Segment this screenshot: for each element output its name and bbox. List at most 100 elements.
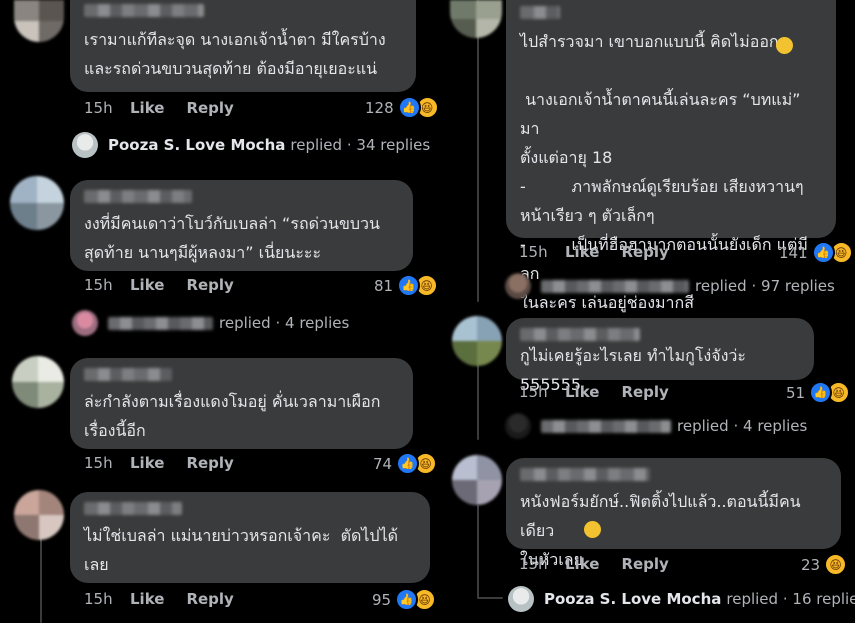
replier-name: Pooza S. Love Mocha [108, 136, 286, 154]
like-reaction-icon: 👍 [397, 96, 421, 119]
comment-bubble: งงที่มีคนเดาว่าโบว์กับเบลล่า “รถด่วนขบวน… [70, 180, 413, 271]
comment-actions: 15h Like Reply [519, 383, 691, 401]
thread-branch [477, 597, 503, 599]
separator: · [733, 417, 739, 435]
comment-actions: 15h Like Reply [519, 243, 691, 261]
reply-button[interactable]: Reply [186, 99, 233, 117]
reaction-count: 128 [365, 98, 394, 117]
avatar[interactable] [450, 0, 502, 38]
like-button[interactable]: Like [130, 276, 164, 294]
reply-button[interactable]: Reply [621, 243, 668, 261]
avatar[interactable] [12, 356, 64, 408]
comment-timestamp[interactable]: 15h [84, 454, 130, 472]
reply-button[interactable]: Reply [186, 276, 233, 294]
reply-button[interactable]: Reply [186, 590, 233, 608]
comment-timestamp[interactable]: 15h [519, 243, 565, 261]
reaction-summary[interactable]: 23 😆 [801, 553, 848, 576]
like-reaction-icon: 👍 [396, 452, 420, 475]
thread-line [477, 505, 479, 599]
replier-name-blurred [541, 419, 671, 433]
haha-reaction-icon: 😆 [824, 553, 848, 576]
avatar [508, 586, 534, 612]
reaction-count: 95 [372, 590, 392, 609]
avatar [505, 273, 531, 299]
comment-timestamp[interactable]: 15h [84, 99, 130, 117]
view-replies-link[interactable]: Pooza S. Love Mocha replied · 16 replies [508, 586, 855, 612]
avatar [72, 132, 98, 158]
replied-label: replied [290, 136, 343, 154]
comment-text: ล่ะกำลังตามเรื่องแดงโมอยู่ คั่นเวลามาเผื… [84, 392, 381, 440]
reply-button[interactable]: Reply [621, 555, 668, 573]
reply-button[interactable]: Reply [621, 383, 668, 401]
reply-count: 34 replies [356, 136, 431, 154]
reply-count: 4 replies [743, 417, 808, 435]
avatar[interactable] [14, 0, 64, 42]
view-replies-link[interactable]: Pooza S. Love Mocha replied · 34 replies [72, 132, 430, 158]
comment-text: งงที่มีคนเดาว่าโบว์กับเบลล่า “รถด่วนขบวน… [84, 214, 380, 262]
comment-text: ไม่ใช่เบลล่า แม่นายบ่าวหรอกเจ้าคะ ตัดไปไ… [84, 526, 399, 574]
like-button[interactable]: Like [565, 555, 599, 573]
reaction-summary[interactable]: 81 👍 😆 [374, 274, 439, 297]
reaction-summary[interactable]: 95 👍 😆 [372, 588, 437, 611]
comment-actions: 15h Like Reply [84, 99, 256, 117]
like-reaction-icon: 👍 [811, 241, 835, 264]
comment-actions: 15h Like Reply [84, 590, 256, 608]
like-button[interactable]: Like [130, 99, 164, 117]
replied-label: replied [695, 277, 747, 295]
comment-bubble: ไปสำรวจมา เขาบอกแบบนี้ คิดไม่ออก นางเอกเ… [506, 0, 836, 312]
avatar[interactable] [452, 316, 502, 366]
like-button[interactable]: Like [565, 243, 599, 261]
commenter-name-blurred[interactable] [520, 468, 650, 481]
reaction-summary[interactable]: 51 👍 😆 [786, 381, 851, 404]
sweat-smile-emoji-icon [584, 521, 601, 538]
reaction-summary[interactable]: 141 👍 😆 [779, 241, 853, 264]
comment-text: เรามาแก้ทีละจุด นางเอกเจ้าน้ำตา มีใครบ้า… [84, 30, 386, 78]
avatar[interactable] [10, 176, 64, 230]
separator: · [346, 136, 352, 154]
commenter-name-blurred[interactable] [84, 190, 192, 203]
reply-count: 97 replies [761, 277, 835, 295]
reaction-count: 141 [779, 243, 808, 262]
separator: · [782, 590, 788, 608]
view-replies-link[interactable]: replied · 97 replies [505, 273, 835, 299]
thinking-emoji-icon [776, 37, 793, 54]
thread-line [477, 0, 479, 302]
comment-timestamp[interactable]: 15h [519, 555, 565, 573]
comment-timestamp[interactable]: 15h [519, 383, 565, 401]
replier-name-blurred [541, 279, 689, 293]
like-button[interactable]: Like [130, 590, 164, 608]
reaction-count: 74 [373, 454, 393, 473]
comment-timestamp[interactable]: 15h [84, 276, 130, 294]
commenter-name-blurred[interactable] [84, 502, 182, 515]
comment-bubble: เรามาแก้ทีละจุด นางเอกเจ้าน้ำตา มีใครบ้า… [70, 0, 416, 92]
reaction-count: 23 [801, 555, 821, 574]
comment-actions: 15h Like Reply [519, 555, 691, 573]
comment-timestamp[interactable]: 15h [84, 590, 130, 608]
commenter-name-blurred[interactable] [520, 328, 640, 341]
commenter-name-blurred[interactable] [84, 368, 172, 381]
commenter-name-blurred[interactable] [84, 4, 204, 17]
like-reaction-icon: 👍 [809, 381, 833, 404]
thread-line [477, 360, 479, 440]
like-reaction-icon: 👍 [397, 274, 421, 297]
view-replies-link[interactable]: replied · 4 replies [72, 310, 349, 336]
reaction-count: 51 [786, 383, 806, 402]
comment-bubble: ล่ะกำลังตามเรื่องแดงโมอยู่ คั่นเวลามาเผื… [70, 358, 413, 449]
comment-actions: 15h Like Reply [84, 276, 256, 294]
reaction-summary[interactable]: 74 👍 😆 [373, 452, 438, 475]
replied-label: replied [677, 417, 729, 435]
reply-count: 16 replies [792, 590, 855, 608]
comment-bubble: ไม่ใช่เบลล่า แม่นายบ่าวหรอกเจ้าคะ ตัดไปไ… [70, 492, 430, 583]
avatar [72, 310, 98, 336]
reaction-summary[interactable]: 128 👍 😆 [365, 96, 439, 119]
reply-count: 4 replies [285, 314, 350, 332]
reply-button[interactable]: Reply [186, 454, 233, 472]
view-replies-link[interactable]: replied · 4 replies [505, 413, 807, 439]
avatar[interactable] [14, 490, 64, 540]
commenter-name-blurred[interactable] [520, 6, 560, 19]
like-button[interactable]: Like [130, 454, 164, 472]
like-reaction-icon: 👍 [395, 588, 419, 611]
like-button[interactable]: Like [565, 383, 599, 401]
avatar[interactable] [452, 455, 502, 505]
replied-label: replied [726, 590, 779, 608]
